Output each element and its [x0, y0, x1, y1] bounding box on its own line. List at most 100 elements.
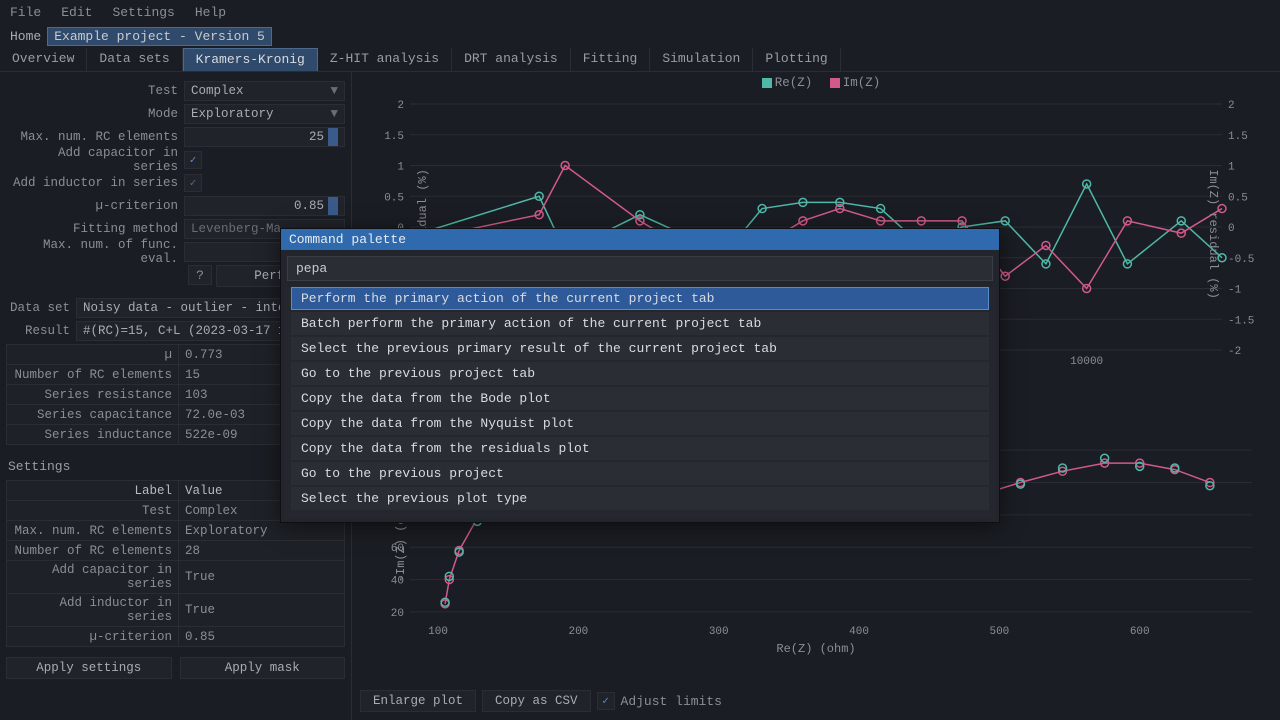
setting-key: µ-criterion: [7, 627, 179, 647]
label-add-ind: Add inductor in series: [6, 176, 184, 190]
table-row: µ-criterion0.85: [7, 627, 345, 647]
menubar: File Edit Settings Help: [0, 0, 1280, 24]
menu-file[interactable]: File: [10, 5, 41, 20]
command-palette-item[interactable]: Perform the primary action of the curren…: [291, 287, 989, 310]
setting-key: Test: [7, 501, 179, 521]
tab-kramers-kronig[interactable]: Kramers-Kronig: [183, 48, 318, 71]
plot-toolbar: Enlarge plot Copy as CSV ✓ Adjust limits: [360, 690, 722, 712]
label-maxfunc: Max. num. of func. eval.: [6, 238, 184, 266]
tab-overview[interactable]: Overview: [0, 48, 87, 71]
legend-label-re: Re(Z): [775, 76, 813, 90]
input-mu[interactable]: 0.85: [184, 196, 345, 216]
apply-mask-button[interactable]: Apply mask: [180, 657, 346, 679]
command-palette-item[interactable]: Copy the data from the residuals plot: [291, 437, 989, 460]
svg-text:600: 600: [1130, 626, 1150, 638]
checkbox-add-ind[interactable]: ✓: [184, 174, 202, 192]
breadcrumb-home[interactable]: Home: [10, 29, 41, 44]
svg-text:400: 400: [849, 626, 869, 638]
adjust-limits-checkbox[interactable]: ✓: [597, 692, 615, 710]
setting-key: Add capacitor in series: [7, 561, 179, 594]
setting-value: 0.85: [179, 627, 345, 647]
y-axis-label-right: Im(Z) residual (%): [1206, 169, 1220, 299]
svg-text:100: 100: [428, 626, 448, 638]
label-test: Test: [6, 84, 184, 98]
setting-key: Number of RC elements: [7, 541, 179, 561]
command-palette-item[interactable]: Copy the data from the Bode plot: [291, 387, 989, 410]
breadcrumb: Home Example project - Version 5: [0, 24, 1280, 48]
label-mode: Mode: [6, 107, 184, 121]
table-row: Max. num. RC elementsExploratory: [7, 521, 345, 541]
slider-handle-icon[interactable]: [328, 128, 338, 146]
slider-handle-icon[interactable]: [328, 197, 338, 215]
svg-text:1: 1: [1228, 162, 1235, 174]
svg-text:20: 20: [391, 608, 404, 620]
project-tabs: OverviewData setsKramers-KronigZ-HIT ana…: [0, 48, 1280, 72]
legend-swatch-re: [762, 78, 772, 88]
command-palette-item[interactable]: Go to the previous project tab: [291, 362, 989, 385]
svg-text:-2: -2: [1228, 346, 1241, 358]
svg-text:10000: 10000: [1070, 356, 1103, 368]
svg-text:1.5: 1.5: [1228, 131, 1248, 143]
tab-drt-analysis[interactable]: DRT analysis: [452, 48, 571, 71]
copy-csv-button[interactable]: Copy as CSV: [482, 690, 591, 712]
command-palette-item[interactable]: Go to the previous project: [291, 462, 989, 485]
setting-value: True: [179, 594, 345, 627]
command-palette-item[interactable]: Batch perform the primary action of the …: [291, 312, 989, 335]
menu-settings[interactable]: Settings: [112, 5, 174, 20]
input-max-rc[interactable]: 25: [184, 127, 345, 147]
svg-text:300: 300: [709, 626, 729, 638]
setting-value: Exploratory: [179, 521, 345, 541]
label-mu: µ-criterion: [6, 199, 184, 213]
svg-text:2: 2: [1228, 100, 1235, 112]
chart-legend: Re(Z) Im(Z): [352, 76, 1280, 90]
command-palette-title: Command palette: [281, 229, 999, 250]
svg-text:1: 1: [397, 162, 404, 174]
svg-text:0.5: 0.5: [384, 192, 404, 204]
chevron-down-icon: ▼: [330, 84, 338, 98]
menu-edit[interactable]: Edit: [61, 5, 92, 20]
help-button[interactable]: ?: [188, 265, 212, 285]
setting-key: Max. num. RC elements: [7, 521, 179, 541]
svg-text:200: 200: [568, 626, 588, 638]
svg-text:-1.5: -1.5: [1228, 315, 1254, 327]
command-palette-item[interactable]: Copy the data from the Nyquist plot: [291, 412, 989, 435]
tab-z-hit-analysis[interactable]: Z-HIT analysis: [318, 48, 452, 71]
tab-simulation[interactable]: Simulation: [650, 48, 753, 71]
x-axis-label: Re(Z) (ohm): [360, 642, 1272, 656]
command-palette-list: Perform the primary action of the curren…: [285, 287, 995, 518]
select-mode[interactable]: Exploratory▼: [184, 104, 345, 124]
command-palette: Command palette pepa Perform the primary…: [280, 228, 1000, 523]
setting-value: True: [179, 561, 345, 594]
setting-key: Add inductor in series: [7, 594, 179, 627]
checkbox-add-cap[interactable]: ✓: [184, 151, 202, 169]
menu-help[interactable]: Help: [195, 5, 226, 20]
breadcrumb-project[interactable]: Example project - Version 5: [47, 27, 272, 46]
chevron-down-icon: ▼: [330, 107, 338, 121]
label-fitmethod: Fitting method: [6, 222, 184, 236]
table-row: Number of RC elements28: [7, 541, 345, 561]
select-test[interactable]: Complex▼: [184, 81, 345, 101]
stat-key: Series inductance: [7, 425, 179, 445]
svg-text:-0.5: -0.5: [1228, 254, 1254, 266]
label-add-cap: Add capacitor in series: [6, 146, 184, 174]
command-palette-item[interactable]: Select the previous primary result of th…: [291, 337, 989, 360]
apply-settings-button[interactable]: Apply settings: [6, 657, 172, 679]
tab-plotting[interactable]: Plotting: [753, 48, 840, 71]
stat-key: Series resistance: [7, 385, 179, 405]
svg-text:1.5: 1.5: [384, 131, 404, 143]
label-dataset: Data set: [6, 301, 76, 315]
legend-swatch-im: [830, 78, 840, 88]
tab-fitting[interactable]: Fitting: [571, 48, 651, 71]
enlarge-plot-button[interactable]: Enlarge plot: [360, 690, 476, 712]
svg-text:0: 0: [1228, 223, 1235, 235]
command-palette-item[interactable]: Select the previous plot type: [291, 487, 989, 510]
label-result: Result: [6, 324, 76, 338]
legend-label-im: Im(Z): [843, 76, 881, 90]
svg-text:0.5: 0.5: [1228, 192, 1248, 204]
adjust-limits-label: Adjust limits: [621, 694, 722, 709]
command-palette-input[interactable]: pepa: [287, 256, 993, 281]
table-row: Add inductor in seriesTrue: [7, 594, 345, 627]
table-row: Add capacitor in seriesTrue: [7, 561, 345, 594]
svg-text:500: 500: [989, 626, 1009, 638]
tab-data-sets[interactable]: Data sets: [87, 48, 182, 71]
